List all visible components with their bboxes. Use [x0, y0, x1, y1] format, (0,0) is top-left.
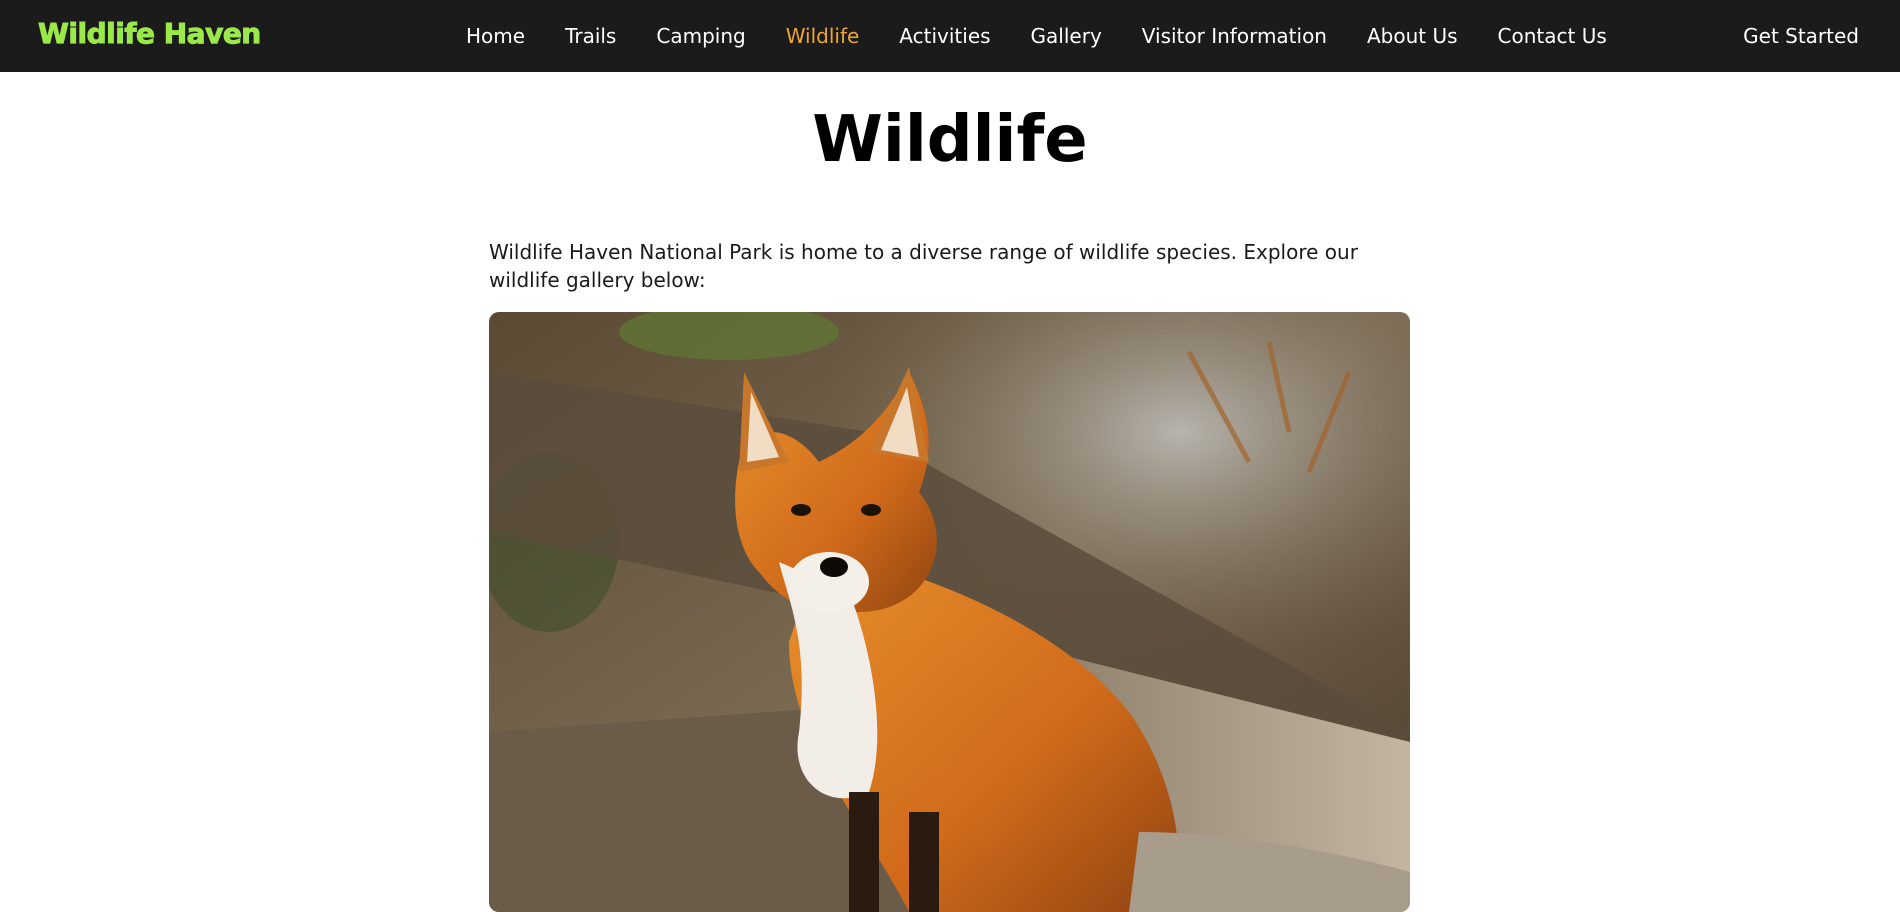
page-title: Wildlife	[812, 103, 1088, 177]
nav-camping[interactable]: Camping	[656, 24, 745, 48]
nav-visitor-information[interactable]: Visitor Information	[1142, 24, 1327, 48]
site-logo[interactable]: Wildlife Haven	[38, 14, 262, 54]
nav-gallery[interactable]: Gallery	[1031, 24, 1102, 48]
intro-paragraph: Wildlife Haven National Park is home to …	[489, 240, 1358, 292]
nav-contact-us[interactable]: Contact Us	[1498, 24, 1607, 48]
top-navigation-bar: Wildlife Haven Home Trails Camping Wildl…	[0, 0, 1900, 72]
red-fox-photo	[489, 312, 1410, 912]
main-nav: Home Trails Camping Wildlife Activities …	[466, 0, 1647, 72]
nav-about-us[interactable]: About Us	[1367, 24, 1458, 48]
nav-wildlife[interactable]: Wildlife	[786, 24, 860, 48]
get-started-button[interactable]: Get Started	[1743, 0, 1859, 72]
nav-trails[interactable]: Trails	[565, 24, 616, 48]
nav-home[interactable]: Home	[466, 24, 525, 48]
nav-activities[interactable]: Activities	[899, 24, 990, 48]
